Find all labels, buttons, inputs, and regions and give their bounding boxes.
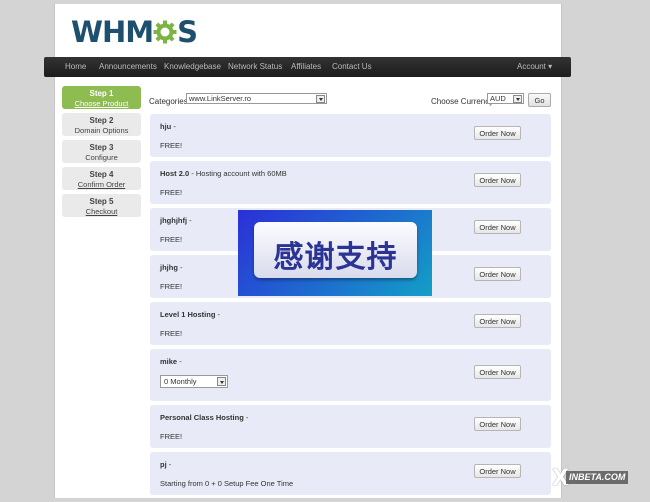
step-title: Step 2	[89, 116, 114, 125]
step-label: Confirm Order	[77, 180, 126, 189]
product-price: Starting from 0 + 0 Setup Fee One Time	[160, 479, 294, 488]
product-title: jhjhg	[160, 263, 178, 272]
go-button[interactable]: Go	[528, 93, 551, 107]
nav-home[interactable]: Home	[65, 62, 86, 71]
product-price: FREE!	[160, 188, 183, 197]
gear-icon	[153, 20, 177, 44]
order-now-button[interactable]: Order Now	[474, 267, 521, 281]
product-price: FREE!	[160, 282, 183, 291]
product-name: mike -	[160, 357, 182, 366]
currency-select[interactable]: AUD	[487, 93, 524, 104]
step-label: Domain Options	[74, 126, 129, 135]
chevron-down-icon	[316, 95, 325, 103]
product-card: mike - 0 Monthly Order Now	[150, 349, 551, 401]
currency-select-value: AUD	[490, 94, 506, 103]
category-select-value: www.LinkServer.ro	[189, 94, 252, 103]
thanks-banner: 感谢支持	[254, 222, 417, 278]
billing-cycle-select[interactable]: 0 Monthly	[160, 375, 228, 388]
order-now-button[interactable]: Order Now	[474, 220, 521, 234]
product-name: Level 1 Hosting -	[160, 310, 221, 319]
thanks-text: 感谢支持	[273, 240, 398, 275]
product-title: jhghjhfj	[160, 216, 188, 225]
main-navbar: Home Announcements Knowledgebase Network…	[44, 57, 571, 77]
step-title: Step 4	[89, 170, 114, 179]
chevron-down-icon	[513, 95, 522, 103]
nav-account-label: Account	[517, 62, 546, 71]
currency-label: Choose Currency:	[431, 97, 496, 106]
product-card: Host 2.0 - Hosting account with 60MB FRE…	[150, 161, 551, 204]
xinbeta-watermark: X INBETA.COM	[552, 466, 636, 491]
order-now-button[interactable]: Order Now	[474, 365, 521, 379]
product-title: Personal Class Hosting	[160, 413, 244, 422]
step-1[interactable]: Step 1 Choose Product	[62, 86, 141, 109]
product-name: hju -	[160, 122, 176, 131]
thanks-overlay-image: 感谢支持	[238, 210, 432, 296]
whmcs-logo[interactable]: WHM S	[71, 14, 198, 50]
nav-contact-us[interactable]: Contact Us	[332, 62, 372, 71]
step-title: Step 1	[89, 89, 114, 98]
nav-affiliates[interactable]: Affiliates	[291, 62, 321, 71]
nav-knowledgebase[interactable]: Knowledgebase	[164, 62, 221, 71]
product-name: jhjhg -	[160, 263, 183, 272]
step-3: Step 3 Configure	[62, 140, 141, 163]
product-card: Personal Class Hosting - FREE! Order Now	[150, 405, 551, 448]
step-2: Step 2 Domain Options	[62, 113, 141, 136]
product-card: Level 1 Hosting - FREE! Order Now	[150, 302, 551, 345]
product-price: FREE!	[160, 141, 183, 150]
nav-announcements[interactable]: Announcements	[99, 62, 157, 71]
product-price: FREE!	[160, 235, 183, 244]
category-select[interactable]: www.LinkServer.ro	[186, 93, 327, 104]
order-now-button[interactable]: Order Now	[474, 314, 521, 328]
step-label: Choose Product	[74, 99, 129, 108]
product-name: pj -	[160, 460, 172, 469]
product-name: jhghjhfj -	[160, 216, 192, 225]
chevron-down-icon	[217, 377, 226, 386]
nav-account[interactable]: Account ▾	[517, 62, 552, 71]
logo-text-right: S	[177, 15, 198, 49]
billing-cycle-value: 0 Monthly	[164, 377, 197, 386]
product-price: FREE!	[160, 432, 183, 441]
product-name: Host 2.0 - Hosting account with 60MB	[160, 169, 287, 178]
product-name: Personal Class Hosting -	[160, 413, 249, 422]
product-title: pj	[160, 460, 167, 469]
product-title: mike	[160, 357, 178, 366]
order-now-button[interactable]: Order Now	[474, 417, 521, 431]
order-now-button[interactable]: Order Now	[474, 126, 521, 140]
product-price: FREE!	[160, 329, 183, 338]
step-label: Configure	[85, 153, 118, 162]
watermark-text: INBETA.COM	[566, 471, 629, 484]
step-4[interactable]: Step 4 Confirm Order	[62, 167, 141, 190]
caret-down-icon: ▾	[548, 62, 553, 71]
step-5[interactable]: Step 5 Checkout	[62, 194, 141, 217]
step-label: Checkout	[85, 207, 118, 216]
step-title: Step 5	[89, 197, 114, 206]
categories-label: Categories:	[149, 97, 190, 106]
nav-network-status[interactable]: Network Status	[228, 62, 282, 71]
logo-text-left: WHM	[71, 15, 154, 49]
product-desc: Hosting account with 60MB	[195, 169, 287, 178]
product-card: hju - FREE! Order Now	[150, 114, 551, 157]
product-card: pj - Starting from 0 + 0 Setup Fee One T…	[150, 452, 551, 495]
step-title: Step 3	[89, 143, 114, 152]
product-title: Level 1 Hosting	[160, 310, 216, 319]
order-now-button[interactable]: Order Now	[474, 464, 521, 478]
product-title: Host 2.0	[160, 169, 190, 178]
product-title: hju	[160, 122, 172, 131]
order-now-button[interactable]: Order Now	[474, 173, 521, 187]
